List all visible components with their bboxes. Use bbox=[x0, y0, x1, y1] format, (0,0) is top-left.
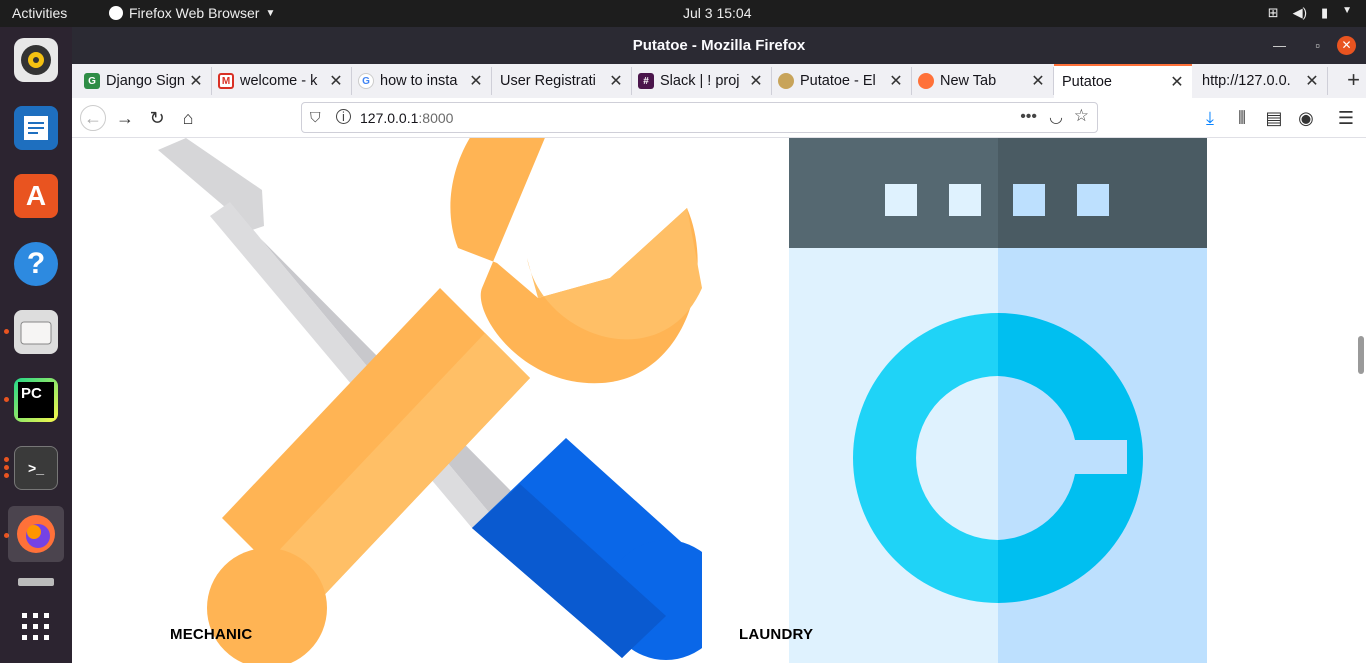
system-top-bar: Activities Firefox Web Browser ▼ Jul 3 1… bbox=[0, 0, 1366, 27]
shield-icon[interactable]: ⛉ bbox=[310, 109, 321, 126]
maximize-button[interactable]: ▫ bbox=[1315, 27, 1320, 64]
close-window-button[interactable]: ✕ bbox=[1337, 36, 1356, 55]
washing-machine-icon bbox=[789, 138, 1207, 663]
close-tab-icon[interactable]: ✕ bbox=[327, 71, 345, 91]
activities-button[interactable]: Activities bbox=[12, 5, 67, 21]
forward-button[interactable]: → bbox=[113, 106, 137, 130]
clock[interactable]: Jul 3 15:04 bbox=[683, 5, 752, 21]
document-icon bbox=[14, 106, 58, 150]
terminal-icon: >_ bbox=[14, 446, 58, 490]
library-icon[interactable]: ⫴ bbox=[1230, 106, 1254, 130]
pycharm-icon: PC bbox=[14, 378, 58, 422]
home-button[interactable]: ⌂ bbox=[176, 106, 200, 130]
terminal-launcher[interactable]: >_ bbox=[8, 440, 64, 496]
window-title: Putatoe - Mozilla Firefox bbox=[632, 37, 806, 54]
page-scrollbar[interactable] bbox=[1358, 336, 1364, 374]
tab[interactable]: G Django Sign ✕ bbox=[78, 67, 212, 95]
putatoe-icon bbox=[778, 73, 794, 89]
speaker-icon bbox=[14, 38, 58, 82]
pycharm-launcher[interactable]: PC bbox=[8, 372, 64, 428]
help-icon: ? bbox=[14, 242, 58, 286]
app-menu[interactable]: Firefox Web Browser ▼ bbox=[109, 5, 275, 21]
slack-icon: # bbox=[638, 73, 654, 89]
wrench-screwdriver-icon bbox=[158, 138, 702, 663]
tab[interactable]: New Tab ✕ bbox=[912, 67, 1054, 95]
close-tab-icon[interactable]: ✕ bbox=[887, 71, 905, 91]
google-icon: G bbox=[358, 73, 374, 89]
close-tab-icon[interactable]: ✕ bbox=[187, 71, 205, 91]
dock: A ? PC >_ bbox=[0, 27, 72, 663]
back-button[interactable]: ← bbox=[80, 105, 106, 131]
close-tab-icon[interactable]: ✕ bbox=[1029, 71, 1047, 91]
url-text: 127.0.0.1:8000 bbox=[360, 110, 454, 126]
minimize-button[interactable]: — bbox=[1273, 27, 1286, 64]
geeksforgeeks-icon: G bbox=[84, 73, 100, 89]
close-tab-icon[interactable]: ✕ bbox=[1168, 72, 1186, 92]
sidebar-icon[interactable]: ▤ bbox=[1262, 106, 1286, 130]
page-actions-icon[interactable]: ••• bbox=[1020, 108, 1037, 126]
help-launcher[interactable]: ? bbox=[8, 236, 64, 292]
service-label-laundry[interactable]: LAUNDRY bbox=[739, 626, 813, 643]
chevron-down-icon: ▼ bbox=[1342, 5, 1352, 16]
software-launcher[interactable]: A bbox=[8, 168, 64, 224]
tab[interactable]: # Slack | ! proj ✕ bbox=[632, 67, 772, 95]
new-tab-button[interactable]: + bbox=[1347, 67, 1360, 93]
firefox-icon bbox=[14, 512, 58, 556]
chevron-down-icon: ▼ bbox=[265, 7, 276, 19]
tab[interactable]: M welcome - k ✕ bbox=[212, 67, 352, 95]
page-content: MECHANIC LAUNDRY bbox=[72, 138, 1366, 663]
battery-icon: ▮ bbox=[1320, 5, 1329, 20]
gmail-icon: M bbox=[218, 73, 234, 89]
network-icon: ⊞ bbox=[1267, 5, 1279, 20]
close-tab-icon[interactable]: ✕ bbox=[747, 71, 765, 91]
menu-icon[interactable]: ☰ bbox=[1334, 106, 1358, 130]
info-icon[interactable]: i bbox=[336, 109, 351, 124]
drive-icon bbox=[18, 578, 54, 586]
close-tab-icon[interactable]: ✕ bbox=[1303, 71, 1321, 91]
close-tab-icon[interactable]: ✕ bbox=[607, 71, 625, 91]
system-tray[interactable]: ⊞ ◀) ▮ ▼ bbox=[1268, 5, 1352, 21]
downloads-icon[interactable]: ⤓ bbox=[1198, 106, 1222, 130]
account-icon[interactable]: ◉ bbox=[1294, 106, 1318, 130]
pocket-icon[interactable]: ◡ bbox=[1049, 107, 1063, 127]
tab[interactable]: http://127.0.0. ✕ bbox=[1194, 67, 1328, 95]
show-apps-button[interactable] bbox=[8, 599, 64, 655]
app-menu-label: Firefox Web Browser bbox=[129, 5, 260, 21]
folder-icon bbox=[14, 310, 58, 354]
writer-launcher[interactable] bbox=[8, 100, 64, 156]
volume-icon: ◀) bbox=[1292, 5, 1307, 20]
tab[interactable]: Putatoe - El ✕ bbox=[772, 67, 912, 95]
bookmark-star-icon[interactable]: ☆ bbox=[1074, 106, 1089, 126]
navigation-toolbar: ← → ↻ ⌂ ⛉ i 127.0.0.1:8000 ••• ◡ ☆ ⤓ ⫴ ▤… bbox=[72, 98, 1366, 138]
service-label-mechanic[interactable]: MECHANIC bbox=[170, 626, 252, 643]
close-tab-icon[interactable]: ✕ bbox=[467, 71, 485, 91]
tab[interactable]: G how to insta ✕ bbox=[352, 67, 492, 95]
tab[interactable]: User Registrati ✕ bbox=[492, 67, 632, 95]
files-launcher[interactable] bbox=[8, 304, 64, 360]
firefox-icon bbox=[918, 73, 934, 89]
tab-strip: G Django Sign ✕ M welcome - k ✕ G how to i… bbox=[72, 64, 1366, 98]
window-titlebar: Putatoe - Mozilla Firefox — ▫ ✕ bbox=[72, 27, 1366, 64]
reload-button[interactable]: ↻ bbox=[145, 106, 169, 130]
grid-icon bbox=[22, 613, 49, 640]
firefox-launcher[interactable] bbox=[8, 506, 64, 562]
tab-active[interactable]: Putatoe ✕ bbox=[1054, 64, 1192, 98]
app-store-icon: A bbox=[14, 174, 58, 218]
url-bar[interactable]: ⛉ i 127.0.0.1:8000 ••• ◡ ☆ bbox=[301, 102, 1098, 133]
rhythmbox-launcher[interactable] bbox=[8, 32, 64, 88]
firefox-small-icon bbox=[109, 6, 123, 20]
